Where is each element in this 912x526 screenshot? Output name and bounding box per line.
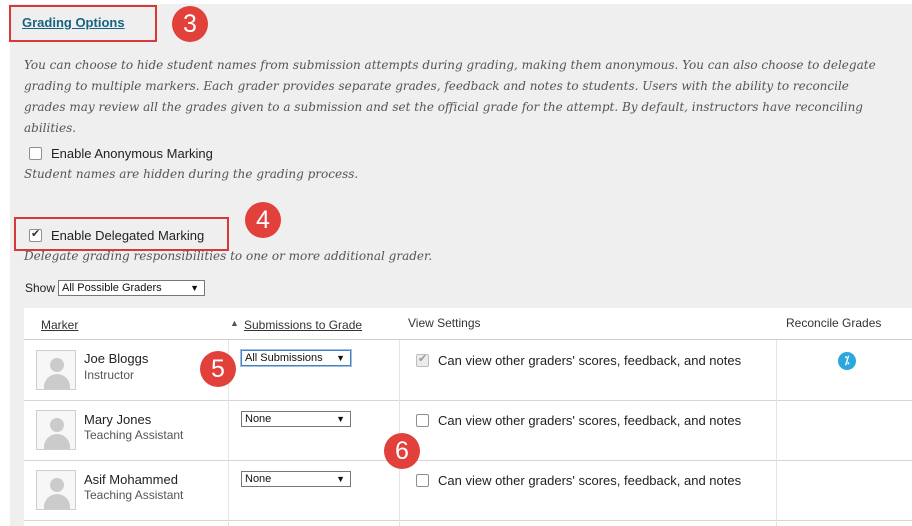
submissions-column-header[interactable]: Submissions to Grade xyxy=(244,318,362,332)
view-other-graders-checkbox[interactable] xyxy=(416,474,429,487)
submissions-select[interactable]: None ▼ xyxy=(241,411,351,427)
grading-options-title-link[interactable]: Grading Options xyxy=(22,15,125,30)
show-graders-select[interactable]: All Possible Graders ▼ xyxy=(58,280,206,296)
view-settings-row: Can view other graders' scores, feedback… xyxy=(416,352,742,368)
show-label: Show xyxy=(25,281,56,295)
anonymous-marking-label: Enable Anonymous Marking xyxy=(51,146,213,161)
anonymous-marking-checkbox[interactable] xyxy=(29,147,42,160)
view-settings-row: Can view other graders' scores, feedback… xyxy=(416,413,741,428)
chevron-down-icon: ▼ xyxy=(190,283,200,293)
grader-role: Teaching Assistant xyxy=(84,488,184,502)
reconcile-icon[interactable]: ⁒ xyxy=(838,352,856,370)
callout-badge-6: 6 xyxy=(384,433,420,469)
callout-badge-3: 3 xyxy=(172,6,208,42)
grader-role: Instructor xyxy=(84,368,135,382)
section-description: You can choose to hide student names fro… xyxy=(24,58,876,135)
chevron-down-icon: ▼ xyxy=(336,353,345,363)
avatar xyxy=(36,470,76,510)
submissions-select-value: None xyxy=(245,473,272,485)
view-other-graders-label: Can view other graders' scores, feedback… xyxy=(438,353,742,368)
show-filter: Show All Possible Graders ▼ xyxy=(25,280,206,296)
sort-ascending-icon[interactable]: ▲ xyxy=(230,318,239,328)
view-other-graders-checkbox[interactable] xyxy=(416,414,429,427)
submissions-select-value: All Submissions xyxy=(245,352,323,364)
column-divider xyxy=(776,340,777,526)
marker-column-header[interactable]: Marker xyxy=(41,318,78,332)
submissions-select-value: None xyxy=(245,413,272,425)
row-divider xyxy=(24,520,912,521)
grader-name: Asif Mohammed xyxy=(84,472,178,487)
avatar xyxy=(36,410,76,450)
callout-badge-4: 4 xyxy=(245,202,281,238)
avatar xyxy=(36,350,76,390)
show-graders-value: All Possible Graders xyxy=(62,282,162,294)
delegated-marking-label: Enable Delegated Marking xyxy=(51,228,205,243)
grader-name: Mary Jones xyxy=(84,412,152,427)
grader-name: Joe Bloggs xyxy=(84,351,149,366)
delegated-marking-row: Enable Delegated Marking xyxy=(29,227,205,243)
row-divider xyxy=(24,400,912,401)
anonymous-marking-hint: Student names are hidden during the grad… xyxy=(24,167,359,181)
submissions-select[interactable]: All Submissions ▼ xyxy=(241,350,351,366)
table-header-divider xyxy=(24,339,912,340)
chevron-down-icon: ▼ xyxy=(336,414,345,424)
view-other-graders-checkbox[interactable] xyxy=(416,352,429,367)
view-settings-column-header: View Settings xyxy=(408,316,481,330)
view-other-graders-label: Can view other graders' scores, feedback… xyxy=(438,413,742,428)
chevron-down-icon: ▼ xyxy=(336,474,345,484)
reconcile-grades-column-header: Reconcile Grades xyxy=(786,316,882,330)
delegated-marking-hint: Delegate grading responsibilities to one… xyxy=(24,249,433,263)
delegated-marking-checkbox[interactable] xyxy=(29,227,42,242)
view-other-graders-label: Can view other graders' scores, feedback… xyxy=(438,473,742,488)
row-divider xyxy=(24,460,912,461)
view-settings-row: Can view other graders' scores, feedback… xyxy=(416,473,741,488)
callout-badge-5: 5 xyxy=(200,351,236,387)
grader-role: Teaching Assistant xyxy=(84,428,184,442)
anonymous-marking-row: Enable Anonymous Marking xyxy=(29,146,213,161)
submissions-select[interactable]: None ▼ xyxy=(241,471,351,487)
